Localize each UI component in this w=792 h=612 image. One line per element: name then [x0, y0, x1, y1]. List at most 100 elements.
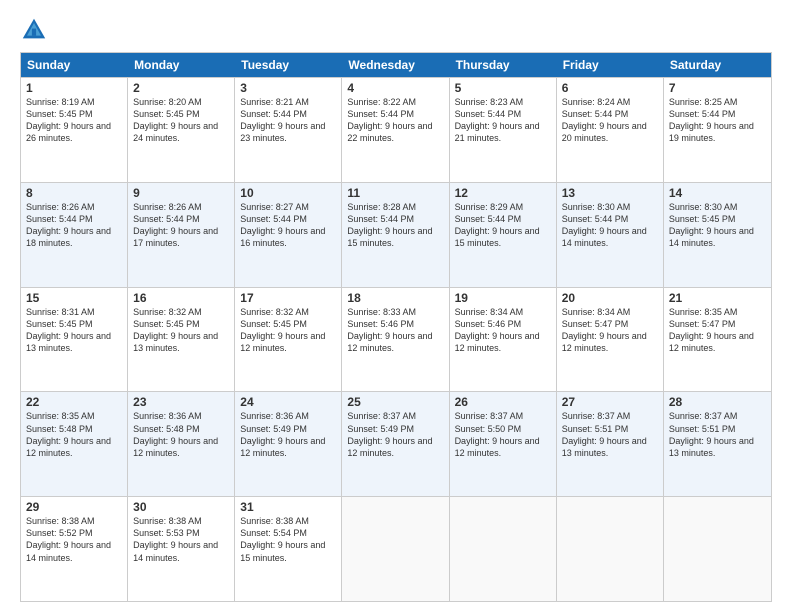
calendar: SundayMondayTuesdayWednesdayThursdayFrid… [20, 52, 772, 602]
header-day-wednesday: Wednesday [342, 53, 449, 77]
cal-cell [342, 497, 449, 601]
cell-info: Sunrise: 8:37 AM Sunset: 5:49 PM Dayligh… [347, 410, 443, 459]
cell-info: Sunrise: 8:32 AM Sunset: 5:45 PM Dayligh… [240, 306, 336, 355]
cal-cell: 22Sunrise: 8:35 AM Sunset: 5:48 PM Dayli… [21, 392, 128, 496]
day-number: 9 [133, 186, 229, 200]
cal-cell: 31Sunrise: 8:38 AM Sunset: 5:54 PM Dayli… [235, 497, 342, 601]
cal-cell: 10Sunrise: 8:27 AM Sunset: 5:44 PM Dayli… [235, 183, 342, 287]
day-number: 8 [26, 186, 122, 200]
day-number: 25 [347, 395, 443, 409]
cell-info: Sunrise: 8:38 AM Sunset: 5:52 PM Dayligh… [26, 515, 122, 564]
cell-info: Sunrise: 8:38 AM Sunset: 5:53 PM Dayligh… [133, 515, 229, 564]
header-day-thursday: Thursday [450, 53, 557, 77]
day-number: 29 [26, 500, 122, 514]
cal-cell: 28Sunrise: 8:37 AM Sunset: 5:51 PM Dayli… [664, 392, 771, 496]
cell-info: Sunrise: 8:29 AM Sunset: 5:44 PM Dayligh… [455, 201, 551, 250]
cal-cell: 6Sunrise: 8:24 AM Sunset: 5:44 PM Daylig… [557, 78, 664, 182]
cal-cell: 18Sunrise: 8:33 AM Sunset: 5:46 PM Dayli… [342, 288, 449, 392]
cell-info: Sunrise: 8:31 AM Sunset: 5:45 PM Dayligh… [26, 306, 122, 355]
cal-cell [664, 497, 771, 601]
cell-info: Sunrise: 8:19 AM Sunset: 5:45 PM Dayligh… [26, 96, 122, 145]
cell-info: Sunrise: 8:32 AM Sunset: 5:45 PM Dayligh… [133, 306, 229, 355]
calendar-header: SundayMondayTuesdayWednesdayThursdayFrid… [21, 53, 771, 77]
header-day-tuesday: Tuesday [235, 53, 342, 77]
header-day-saturday: Saturday [664, 53, 771, 77]
cal-cell: 21Sunrise: 8:35 AM Sunset: 5:47 PM Dayli… [664, 288, 771, 392]
day-number: 27 [562, 395, 658, 409]
day-number: 23 [133, 395, 229, 409]
day-number: 28 [669, 395, 766, 409]
cal-cell: 16Sunrise: 8:32 AM Sunset: 5:45 PM Dayli… [128, 288, 235, 392]
week-row-2: 8Sunrise: 8:26 AM Sunset: 5:44 PM Daylig… [21, 182, 771, 287]
cal-cell: 15Sunrise: 8:31 AM Sunset: 5:45 PM Dayli… [21, 288, 128, 392]
cal-cell: 20Sunrise: 8:34 AM Sunset: 5:47 PM Dayli… [557, 288, 664, 392]
cal-cell: 13Sunrise: 8:30 AM Sunset: 5:44 PM Dayli… [557, 183, 664, 287]
day-number: 16 [133, 291, 229, 305]
cal-cell: 14Sunrise: 8:30 AM Sunset: 5:45 PM Dayli… [664, 183, 771, 287]
header-day-monday: Monday [128, 53, 235, 77]
cell-info: Sunrise: 8:33 AM Sunset: 5:46 PM Dayligh… [347, 306, 443, 355]
cal-cell: 2Sunrise: 8:20 AM Sunset: 5:45 PM Daylig… [128, 78, 235, 182]
day-number: 22 [26, 395, 122, 409]
day-number: 30 [133, 500, 229, 514]
cal-cell: 26Sunrise: 8:37 AM Sunset: 5:50 PM Dayli… [450, 392, 557, 496]
cell-info: Sunrise: 8:34 AM Sunset: 5:47 PM Dayligh… [562, 306, 658, 355]
cell-info: Sunrise: 8:35 AM Sunset: 5:47 PM Dayligh… [669, 306, 766, 355]
cal-cell: 7Sunrise: 8:25 AM Sunset: 5:44 PM Daylig… [664, 78, 771, 182]
cal-cell: 17Sunrise: 8:32 AM Sunset: 5:45 PM Dayli… [235, 288, 342, 392]
cal-cell: 4Sunrise: 8:22 AM Sunset: 5:44 PM Daylig… [342, 78, 449, 182]
cal-cell: 5Sunrise: 8:23 AM Sunset: 5:44 PM Daylig… [450, 78, 557, 182]
cell-info: Sunrise: 8:38 AM Sunset: 5:54 PM Dayligh… [240, 515, 336, 564]
day-number: 10 [240, 186, 336, 200]
cal-cell: 27Sunrise: 8:37 AM Sunset: 5:51 PM Dayli… [557, 392, 664, 496]
week-row-1: 1Sunrise: 8:19 AM Sunset: 5:45 PM Daylig… [21, 77, 771, 182]
cal-cell: 24Sunrise: 8:36 AM Sunset: 5:49 PM Dayli… [235, 392, 342, 496]
day-number: 14 [669, 186, 766, 200]
page: SundayMondayTuesdayWednesdayThursdayFrid… [0, 0, 792, 612]
cell-info: Sunrise: 8:25 AM Sunset: 5:44 PM Dayligh… [669, 96, 766, 145]
day-number: 20 [562, 291, 658, 305]
cell-info: Sunrise: 8:30 AM Sunset: 5:44 PM Dayligh… [562, 201, 658, 250]
day-number: 2 [133, 81, 229, 95]
day-number: 4 [347, 81, 443, 95]
week-row-4: 22Sunrise: 8:35 AM Sunset: 5:48 PM Dayli… [21, 391, 771, 496]
day-number: 11 [347, 186, 443, 200]
cal-cell: 30Sunrise: 8:38 AM Sunset: 5:53 PM Dayli… [128, 497, 235, 601]
logo-icon [20, 16, 48, 44]
cell-info: Sunrise: 8:26 AM Sunset: 5:44 PM Dayligh… [133, 201, 229, 250]
cell-info: Sunrise: 8:26 AM Sunset: 5:44 PM Dayligh… [26, 201, 122, 250]
cell-info: Sunrise: 8:23 AM Sunset: 5:44 PM Dayligh… [455, 96, 551, 145]
day-number: 18 [347, 291, 443, 305]
calendar-body: 1Sunrise: 8:19 AM Sunset: 5:45 PM Daylig… [21, 77, 771, 601]
cell-info: Sunrise: 8:36 AM Sunset: 5:48 PM Dayligh… [133, 410, 229, 459]
logo [20, 16, 52, 44]
cell-info: Sunrise: 8:37 AM Sunset: 5:50 PM Dayligh… [455, 410, 551, 459]
day-number: 6 [562, 81, 658, 95]
cal-cell: 3Sunrise: 8:21 AM Sunset: 5:44 PM Daylig… [235, 78, 342, 182]
day-number: 1 [26, 81, 122, 95]
cell-info: Sunrise: 8:36 AM Sunset: 5:49 PM Dayligh… [240, 410, 336, 459]
header [20, 16, 772, 44]
cell-info: Sunrise: 8:27 AM Sunset: 5:44 PM Dayligh… [240, 201, 336, 250]
cal-cell: 11Sunrise: 8:28 AM Sunset: 5:44 PM Dayli… [342, 183, 449, 287]
day-number: 3 [240, 81, 336, 95]
cal-cell [450, 497, 557, 601]
cell-info: Sunrise: 8:35 AM Sunset: 5:48 PM Dayligh… [26, 410, 122, 459]
cal-cell [557, 497, 664, 601]
cal-cell: 25Sunrise: 8:37 AM Sunset: 5:49 PM Dayli… [342, 392, 449, 496]
cell-info: Sunrise: 8:34 AM Sunset: 5:46 PM Dayligh… [455, 306, 551, 355]
week-row-5: 29Sunrise: 8:38 AM Sunset: 5:52 PM Dayli… [21, 496, 771, 601]
cal-cell: 8Sunrise: 8:26 AM Sunset: 5:44 PM Daylig… [21, 183, 128, 287]
header-day-sunday: Sunday [21, 53, 128, 77]
cal-cell: 1Sunrise: 8:19 AM Sunset: 5:45 PM Daylig… [21, 78, 128, 182]
day-number: 24 [240, 395, 336, 409]
cell-info: Sunrise: 8:37 AM Sunset: 5:51 PM Dayligh… [562, 410, 658, 459]
day-number: 17 [240, 291, 336, 305]
day-number: 26 [455, 395, 551, 409]
header-day-friday: Friday [557, 53, 664, 77]
day-number: 7 [669, 81, 766, 95]
day-number: 31 [240, 500, 336, 514]
cell-info: Sunrise: 8:30 AM Sunset: 5:45 PM Dayligh… [669, 201, 766, 250]
day-number: 13 [562, 186, 658, 200]
week-row-3: 15Sunrise: 8:31 AM Sunset: 5:45 PM Dayli… [21, 287, 771, 392]
